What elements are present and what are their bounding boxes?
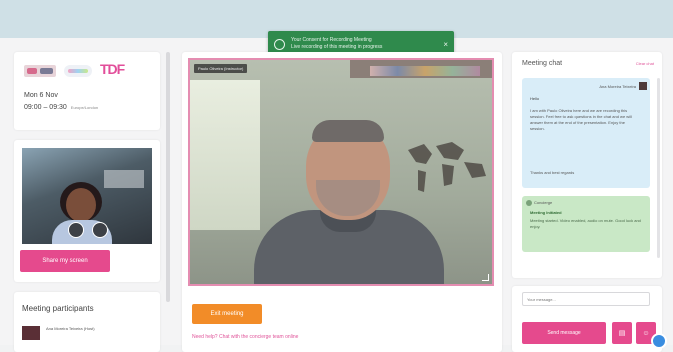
exit-meeting-button[interactable]: Exit meeting — [192, 304, 262, 324]
exit-meeting-label: Exit meeting — [210, 311, 244, 317]
message-title: Meeting Initiated — [530, 210, 562, 215]
event-date: Mon 6 Nov — [24, 92, 58, 99]
send-message-button[interactable]: Send message — [522, 322, 606, 344]
send-message-label: Send message — [547, 330, 581, 336]
chat-message: Ana Moreira Teixeira Hello I am with Pau… — [522, 78, 650, 188]
video-shelf-items — [370, 66, 480, 76]
resize-icon[interactable] — [482, 274, 489, 281]
chat-scrollbar[interactable] — [657, 78, 660, 258]
compose-card: Send message ▤ ☺ — [512, 286, 662, 352]
microphone-icon[interactable] — [68, 222, 84, 238]
share-screen-label: Share my screen — [42, 258, 88, 264]
message-greeting: Hello — [530, 96, 540, 101]
attachment-icon[interactable]: ▤ — [612, 322, 632, 344]
toast-line2: Live recording of this meeting in progre… — [291, 44, 383, 50]
share-screen-button[interactable]: Share my screen — [20, 250, 110, 272]
self-video-face — [66, 188, 96, 222]
message-body: I am with Paulo Oliveira here and we are… — [530, 108, 632, 131]
close-icon[interactable]: × — [443, 40, 448, 48]
help-chat-icon[interactable] — [651, 333, 667, 349]
toast-text: Your Consent for Recording Meeting Live … — [291, 37, 439, 51]
self-video — [22, 148, 152, 244]
message-closing: Thanks and best regards — [530, 170, 575, 175]
left-scrollbar[interactable] — [166, 52, 170, 302]
message-sender: Ana Moreira Teixeira — [599, 84, 636, 89]
system-message: Concierge Meeting Initiated Meeting star… — [522, 196, 650, 252]
speaker-name-tag: Paulo Oliveira (Instructor) — [194, 64, 248, 73]
participant-name: Ana Moreira Teixeira (Host) — [46, 326, 95, 331]
participants-card: Meeting participants Ana Moreira Teixeir… — [14, 292, 160, 352]
avatar — [22, 326, 40, 340]
chat-panel: Meeting chat Clear chat Ana Moreira Teix… — [512, 52, 662, 278]
message-body: Meeting started. Video enabled, audio on… — [530, 218, 641, 229]
camera-icon[interactable] — [92, 222, 108, 238]
avatar — [639, 82, 647, 90]
chat-title: Meeting chat — [522, 60, 563, 67]
event-time: 09:00 – 09:30 Europe/London — [24, 104, 98, 111]
world-map-decor — [408, 142, 486, 192]
message-input[interactable] — [522, 292, 650, 306]
sponsor-logo-2 — [64, 65, 92, 77]
concierge-icon — [526, 200, 532, 206]
main-stage-card: Paulo Oliveira (Instructor) Exit meeting… — [182, 52, 502, 352]
speaker-hair — [312, 120, 384, 142]
check-icon — [274, 38, 285, 50]
clear-chat-link[interactable]: Clear chat — [636, 61, 654, 66]
toast-line1: Your Consent for Recording Meeting — [291, 37, 372, 43]
self-view-card: Share my screen — [14, 140, 160, 282]
sponsor-logo-1 — [24, 65, 56, 77]
event-info-card: TDF Mon 6 Nov 09:00 – 09:30 Europe/Londo… — [14, 52, 160, 130]
event-time-range: 09:00 – 09:30 — [24, 104, 67, 111]
self-video-shelf — [104, 170, 144, 188]
video-window — [190, 80, 260, 230]
list-item[interactable]: Ana Moreira Teixeira (Host) — [22, 326, 152, 344]
sponsor-logo-3: TDF — [100, 61, 125, 77]
message-sender: Concierge — [534, 200, 553, 205]
participants-title: Meeting participants — [22, 304, 94, 313]
event-timezone: Europe/London — [70, 105, 99, 110]
speaker-video: Paulo Oliveira (Instructor) — [188, 58, 494, 286]
help-link[interactable]: Need help? Chat with the concierge team … — [192, 334, 298, 340]
